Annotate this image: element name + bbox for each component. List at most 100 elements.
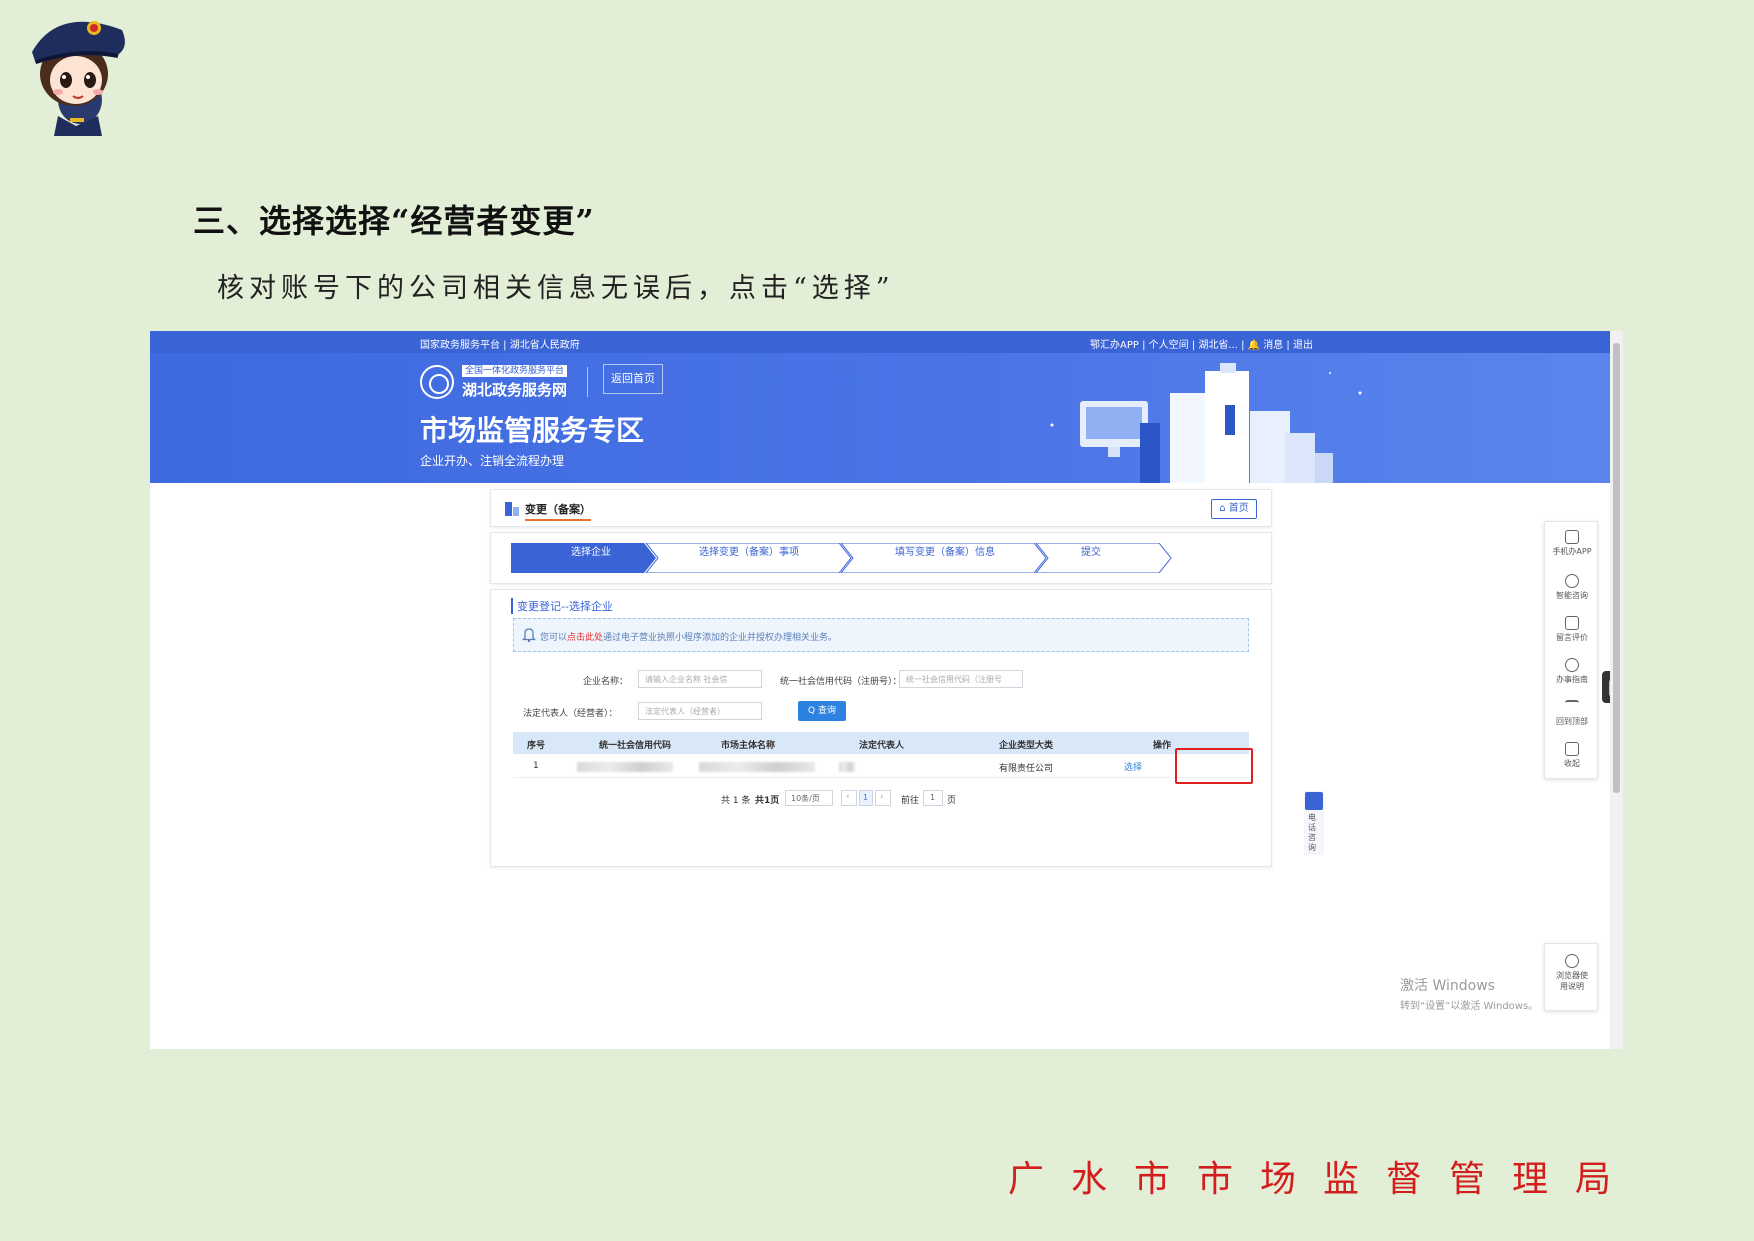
sidebar-item-label: 回到顶部 xyxy=(1556,717,1588,726)
row-index: 1 xyxy=(533,761,539,771)
legal-rep-label: 法定代表人（经营者）： xyxy=(523,709,618,719)
browser-guide-item: 浏览器使用说明 xyxy=(1545,954,1599,992)
sidebar-item-label: 手机办APP xyxy=(1552,547,1592,556)
building-icon xyxy=(505,502,519,516)
section-title: 变更登记--选择企业 xyxy=(511,598,613,614)
notice-box: 您可以点击此处通过电子营业执照小程序添加的企业并授权办理相关业务。 xyxy=(513,618,1249,652)
select-company-panel: 变更登记--选择企业 您可以点击此处通过电子营业执照小程序添加的企业并授权办理相… xyxy=(490,589,1272,867)
portal-logo-subtitle: 全国一体化政务服务平台 xyxy=(462,365,568,377)
notice-text: 您可以点击此处通过电子营业执照小程序添加的企业并授权办理相关业务。 xyxy=(540,630,837,643)
credit-code-label: 统一社会信用代码（注册号）： xyxy=(780,677,902,687)
th-credit-code: 统一社会信用代码 xyxy=(599,741,672,751)
windows-activation-watermark: 激活 Windows 转到“设置”以激活 Windows。 xyxy=(1400,975,1538,1012)
logo-divider xyxy=(587,367,588,397)
notice-link[interactable]: 点击此处 xyxy=(567,633,603,643)
police-mascot-illustration xyxy=(32,21,125,136)
phone-consult-float[interactable]: 电话咨询 xyxy=(1304,791,1324,855)
portal-top-bar: 国家政务服务平台 | 湖北省人民政府 鄂汇办APP | 个人空间 | 湖北省..… xyxy=(150,331,1610,353)
company-name-label: 企业名称： xyxy=(583,677,629,687)
current-page-button[interactable]: 1 xyxy=(859,790,873,806)
top-bar-links-right[interactable]: 鄂汇办APP | 个人空间 | 湖北省... | 🔔 消息 | 退出 xyxy=(1090,336,1313,351)
sidebar-item-mobile-app[interactable]: 手机办APP xyxy=(1545,530,1599,557)
chevron-right-icon: › xyxy=(880,792,884,802)
return-home-button[interactable]: 返回首页 xyxy=(603,364,663,394)
company-name-input[interactable]: 请输入企业名称 社会信 xyxy=(638,670,762,688)
instruction-text: 核对账号下的公司相关信息无误后，点击“选择” xyxy=(217,273,895,304)
sidebar-item-smart-consult[interactable]: 智能咨询 xyxy=(1545,574,1599,601)
table-header: 序号 统一社会信用代码 市场主体名称 法定代表人 企业类型大类 操作 xyxy=(513,732,1249,754)
city-illustration xyxy=(1050,363,1362,483)
leaf-icon xyxy=(1565,954,1579,968)
sidebar-item-label: 办事指南 xyxy=(1556,675,1588,684)
th-legal-rep: 法定代表人 xyxy=(859,741,905,751)
step-progress xyxy=(511,543,1172,573)
credit-code-input[interactable]: 统一社会信用代码（注册号 xyxy=(899,670,1023,688)
phone-consult-label: 电话咨询 xyxy=(1308,813,1316,852)
zone-title: 市场监管服务专区 xyxy=(420,414,645,447)
home-button-label: 首页 xyxy=(1228,503,1249,514)
sidebar-item-back-to-top[interactable]: 回到顶部 xyxy=(1545,700,1599,727)
step-2: 选择变更（备案）事项 xyxy=(699,547,799,558)
th-company-type: 企业类型大类 xyxy=(999,741,1054,751)
sidebar-item-label: 留言评价 xyxy=(1556,633,1588,642)
portal-banner: 全国一体化政务服务平台 湖北政务服务网 返回首页 市场监管服务专区 企业开办、注… xyxy=(150,353,1610,483)
row-company-type: 有限责任公司 xyxy=(999,764,1054,774)
redacted-legal-rep xyxy=(839,762,855,772)
goto-page-value: 1 xyxy=(930,793,936,802)
sidebar-item-label: 收起 xyxy=(1564,759,1580,768)
next-page-button[interactable]: › xyxy=(875,790,891,806)
footer-organization: 广水市市场监督管理局 xyxy=(1008,1159,1639,1200)
watermark-line-1: 激活 Windows xyxy=(1400,978,1495,994)
browser-guide-label: 浏览器使用说明 xyxy=(1556,971,1588,991)
phone-icon xyxy=(1305,792,1323,810)
home-button[interactable]: ⌂ 首页 xyxy=(1211,499,1257,519)
right-sidebar: 手机办APP 智能咨询 留言评价 办事指南 回到顶部 收起 xyxy=(1544,521,1598,779)
scrollbar-thumb[interactable] xyxy=(1613,343,1620,793)
collapse-icon xyxy=(1565,742,1579,756)
notice-text-pre: 您可以 xyxy=(540,633,568,643)
goto-label: 前往 xyxy=(901,796,920,806)
query-button[interactable]: Q 查询 xyxy=(798,701,846,721)
bell-icon xyxy=(522,628,536,643)
page-size-select[interactable]: 10条/页 xyxy=(785,790,833,806)
select-link[interactable]: 选择 xyxy=(1113,760,1153,773)
th-index: 序号 xyxy=(527,741,546,751)
notice-text-post: 通过电子营业执照小程序添加的企业并授权办理相关业务。 xyxy=(603,633,838,643)
headset-icon xyxy=(1565,574,1579,588)
sidebar-item-label: 智能咨询 xyxy=(1556,591,1588,600)
zone-subtitle: 企业开办、注销全流程办理 xyxy=(420,454,565,468)
portal-logo-name: 湖北政务服务网 xyxy=(462,381,568,399)
vertical-scrollbar[interactable] xyxy=(1610,331,1623,1049)
table-row: 1 有限责任公司 选择 xyxy=(513,754,1249,778)
sidebar-item-collapse[interactable]: 收起 xyxy=(1545,742,1599,769)
pager-total: 共 1 条 xyxy=(721,796,751,806)
highlight-box xyxy=(1175,748,1253,784)
browser-guide-button[interactable]: 浏览器使用说明 xyxy=(1544,943,1598,1011)
top-bar-links-left[interactable]: 国家政务服务平台 | 湖北省人民政府 xyxy=(420,336,580,351)
steps-panel: 选择企业 选择变更（备案）事项 填写变更（备案）信息 提交 xyxy=(490,532,1272,584)
page-header-panel: 变更（备案） ⌂ 首页 xyxy=(490,489,1272,527)
chevron-left-icon: ‹ xyxy=(846,792,850,802)
portal-logo-icon xyxy=(420,365,454,399)
th-action: 操作 xyxy=(1153,741,1172,751)
sidebar-item-guide[interactable]: 办事指南 xyxy=(1545,658,1599,685)
page-title: 变更（备案） xyxy=(525,501,591,521)
goto-page-input[interactable]: 1 xyxy=(923,790,943,806)
sidebar-item-feedback[interactable]: 留言评价 xyxy=(1545,616,1599,643)
step-3: 填写变更（备案）信息 xyxy=(895,547,995,558)
section-heading: 三、选择选择“经营者变更” xyxy=(193,202,595,240)
yuan-icon xyxy=(1565,658,1579,672)
redacted-credit-code xyxy=(577,762,673,772)
arrow-up-icon xyxy=(1565,700,1579,714)
prev-page-button[interactable]: ‹ xyxy=(841,790,857,806)
embedded-screenshot: 国家政务服务平台 | 湖北省人民政府 鄂汇办APP | 个人空间 | 湖北省..… xyxy=(150,331,1623,1049)
phone-icon xyxy=(1565,530,1579,544)
step-1: 选择企业 xyxy=(571,547,611,558)
th-entity-name: 市场主体名称 xyxy=(721,741,776,751)
legal-rep-input[interactable]: 法定代表人（经营者） xyxy=(638,702,762,720)
page-unit: 页 xyxy=(947,796,957,806)
page-size-value: 10条/页 xyxy=(791,794,820,803)
message-icon xyxy=(1565,616,1579,630)
redacted-entity-name xyxy=(699,762,815,772)
watermark-line-2: 转到“设置”以激活 Windows。 xyxy=(1400,1001,1539,1012)
